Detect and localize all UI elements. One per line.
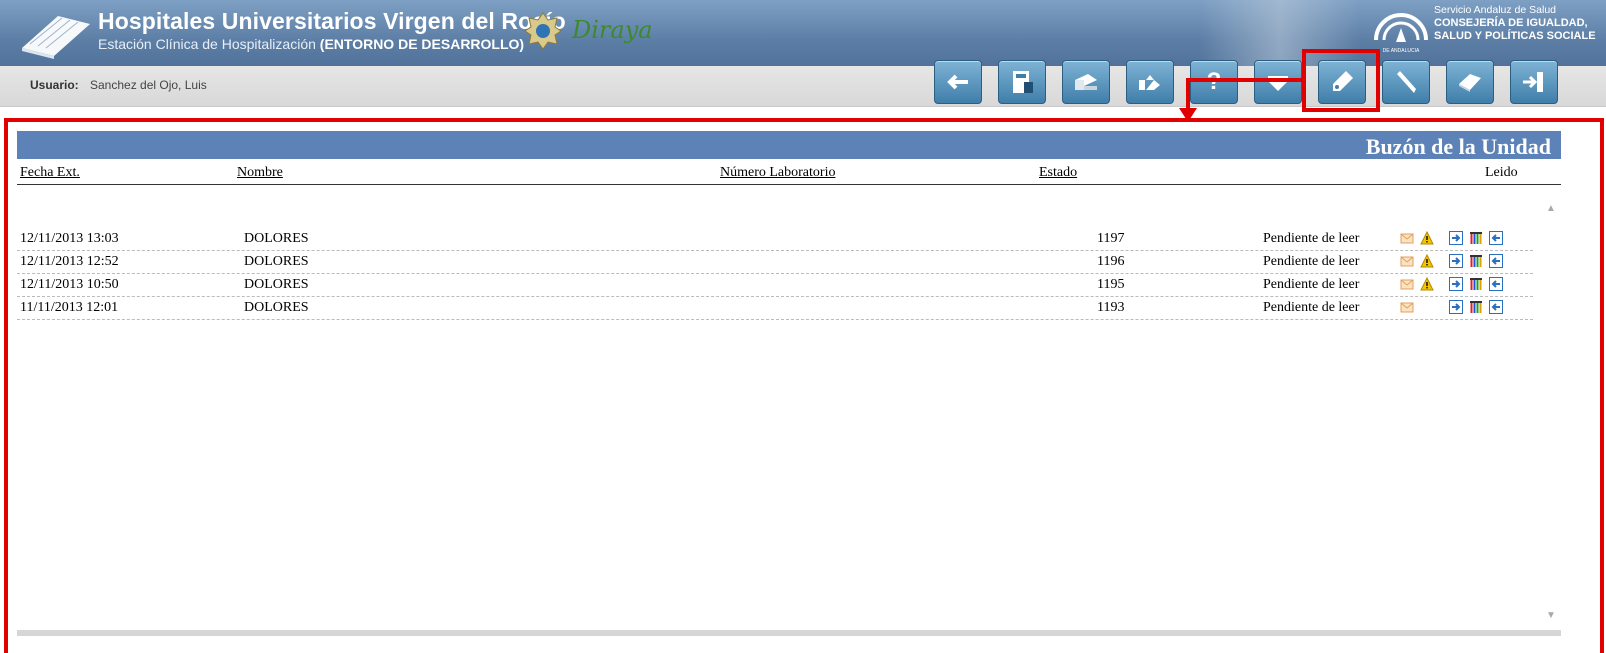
forward-arrow-icon[interactable]	[1449, 231, 1463, 245]
scroll-up-icon[interactable]: ▲	[1546, 203, 1556, 214]
row-estado: Pendiente de leer	[1263, 231, 1360, 246]
row-nombre: DOLORES	[244, 231, 309, 246]
row-estado: Pendiente de leer	[1263, 254, 1360, 269]
annotation-frame	[4, 118, 1604, 653]
panel-title: Buzón de la Unidad	[1365, 134, 1551, 159]
back-arrow-icon[interactable]	[1489, 300, 1503, 314]
row-fecha: 12/11/2013 10:50	[20, 277, 119, 292]
column-header-numero[interactable]: Número Laboratorio	[720, 165, 835, 181]
table-row[interactable]: 11/11/2013 12:01 DOLORES 1193 Pendiente …	[17, 296, 1533, 320]
test-tubes-icon[interactable]	[1469, 300, 1483, 314]
back-arrow-icon[interactable]	[1489, 254, 1503, 268]
table-scrollbar[interactable]	[1543, 200, 1561, 630]
panel-bottom-bar	[17, 630, 1561, 636]
panel-title-bar: Buzón de la Unidad	[17, 131, 1561, 159]
table-row[interactable]: 12/11/2013 12:52 DOLORES 1196 Pendiente …	[17, 250, 1533, 274]
row-numero: 1195	[1097, 277, 1125, 292]
row-estado: Pendiente de leer	[1263, 300, 1360, 315]
test-tubes-icon[interactable]	[1469, 254, 1483, 268]
row-nombre: DOLORES	[244, 254, 309, 269]
warning-icon	[1420, 231, 1434, 245]
row-nombre: DOLORES	[244, 277, 309, 292]
table-header: Fecha Ext. Nombre Número Laboratorio Est…	[17, 164, 1561, 185]
forward-arrow-icon[interactable]	[1449, 277, 1463, 291]
row-numero: 1196	[1097, 254, 1125, 269]
annotation-arrow-icon	[1179, 78, 1302, 122]
envelope-icon[interactable]	[1400, 231, 1414, 245]
warning-icon	[1420, 277, 1434, 291]
row-fecha: 11/11/2013 12:01	[20, 300, 119, 315]
row-estado: Pendiente de leer	[1263, 277, 1360, 292]
envelope-icon[interactable]	[1400, 300, 1414, 314]
test-tubes-icon[interactable]	[1469, 231, 1483, 245]
row-fecha: 12/11/2013 13:03	[20, 231, 119, 246]
back-arrow-icon[interactable]	[1489, 231, 1503, 245]
scroll-down-icon[interactable]: ▼	[1546, 610, 1556, 621]
column-header-nombre[interactable]: Nombre	[237, 165, 283, 181]
forward-arrow-icon[interactable]	[1449, 254, 1463, 268]
row-fecha: 12/11/2013 12:52	[20, 254, 119, 269]
warning-icon	[1420, 254, 1434, 268]
row-nombre: DOLORES	[244, 300, 309, 315]
table-row[interactable]: 12/11/2013 10:50 DOLORES 1195 Pendiente …	[17, 273, 1533, 297]
forward-arrow-icon[interactable]	[1449, 300, 1463, 314]
envelope-icon[interactable]	[1400, 277, 1414, 291]
table-row[interactable]: 12/11/2013 13:03 DOLORES 1197 Pendiente …	[17, 227, 1533, 251]
row-numero: 1193	[1097, 300, 1125, 315]
test-tubes-icon[interactable]	[1469, 277, 1483, 291]
column-header-estado[interactable]: Estado	[1039, 165, 1077, 181]
back-arrow-icon[interactable]	[1489, 277, 1503, 291]
column-header-fecha[interactable]: Fecha Ext.	[20, 165, 80, 181]
row-numero: 1197	[1097, 231, 1125, 246]
envelope-icon[interactable]	[1400, 254, 1414, 268]
column-header-leido: Leido	[1485, 165, 1518, 180]
